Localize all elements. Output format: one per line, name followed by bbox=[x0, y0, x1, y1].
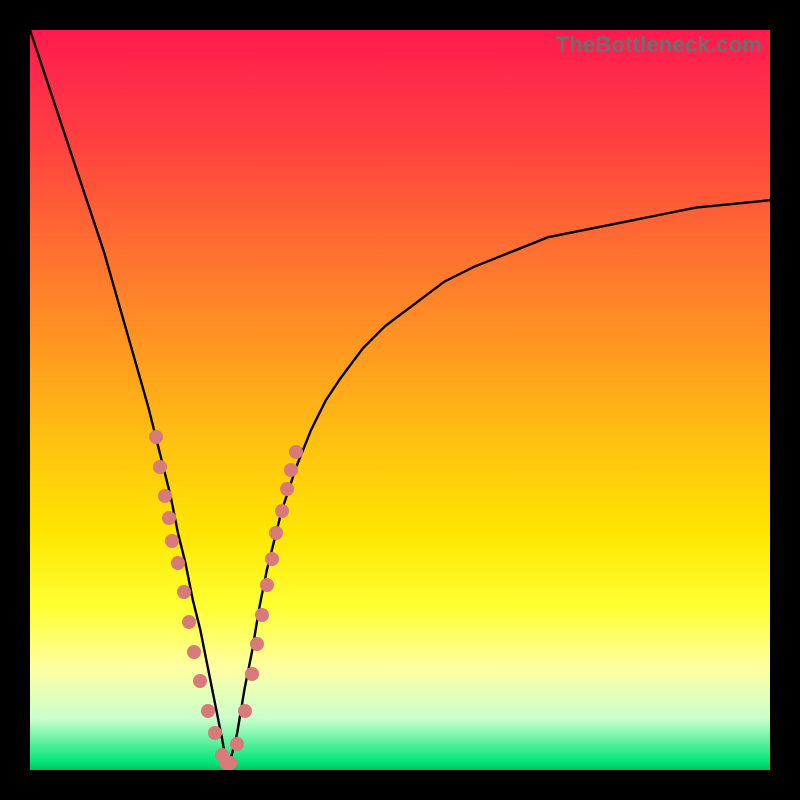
highlight-dot bbox=[162, 511, 176, 525]
chart-area: TheBottleneck.com bbox=[30, 30, 770, 770]
highlight-dot bbox=[245, 667, 259, 681]
app-frame: TheBottleneck.com bbox=[0, 0, 800, 800]
highlight-dot bbox=[260, 578, 274, 592]
highlight-dot bbox=[149, 430, 163, 444]
highlight-dot bbox=[208, 726, 222, 740]
highlight-dot bbox=[250, 637, 264, 651]
highlight-dot bbox=[158, 489, 172, 503]
highlight-dot bbox=[280, 482, 294, 496]
highlight-dot bbox=[187, 645, 201, 659]
highlight-dot bbox=[289, 445, 303, 459]
highlight-dot bbox=[284, 463, 298, 477]
highlight-dot bbox=[165, 534, 179, 548]
bottleneck-curve bbox=[30, 30, 770, 763]
highlight-dot bbox=[265, 552, 279, 566]
highlight-dot bbox=[153, 460, 167, 474]
highlight-dot bbox=[223, 756, 237, 770]
highlight-dot bbox=[230, 737, 244, 751]
curve-layer bbox=[30, 30, 770, 770]
highlight-dot bbox=[269, 526, 283, 540]
highlight-dot bbox=[201, 704, 215, 718]
highlight-dot bbox=[255, 608, 269, 622]
highlight-dot bbox=[193, 674, 207, 688]
highlight-dot bbox=[182, 615, 196, 629]
highlight-dot bbox=[238, 704, 252, 718]
highlight-dot bbox=[171, 556, 185, 570]
highlight-dot bbox=[275, 504, 289, 518]
highlight-dot bbox=[177, 585, 191, 599]
